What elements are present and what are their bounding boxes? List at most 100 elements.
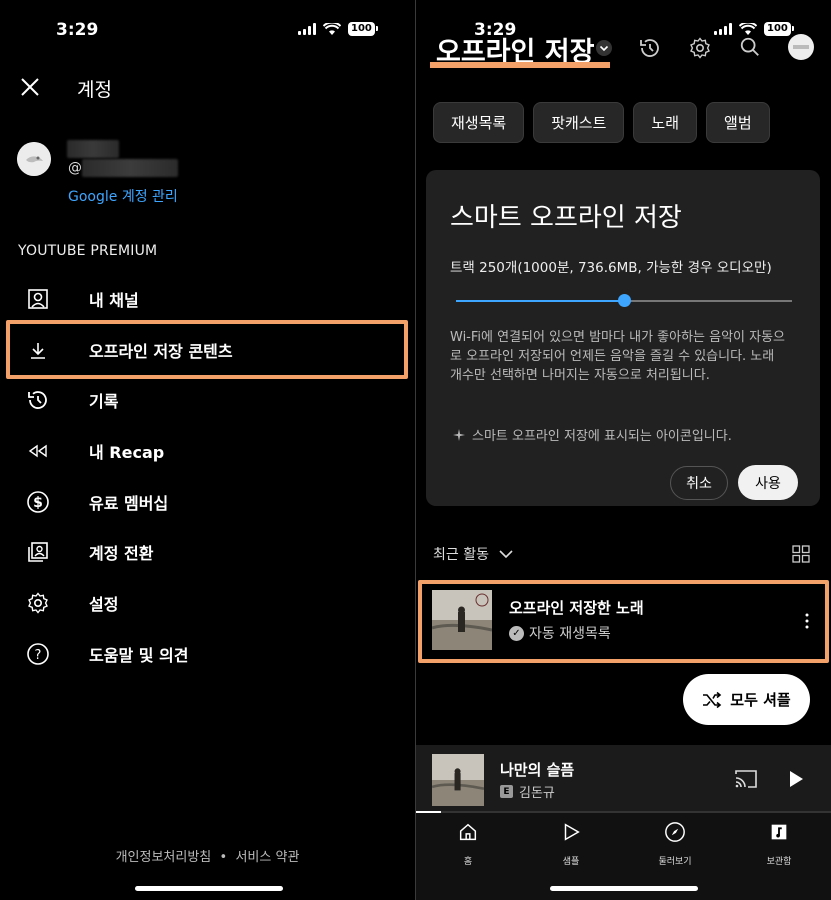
svg-text:$: $ [33, 495, 43, 511]
chip-songs[interactable]: 노래 [633, 102, 698, 143]
menu-label: 도움말 및 의견 [89, 646, 189, 665]
svg-text:?: ? [35, 648, 42, 663]
track-count-slider[interactable] [456, 294, 792, 307]
redacted-name [67, 140, 119, 158]
tab-label: 둘러보기 [658, 857, 692, 867]
tab-label: 샘플 [562, 857, 580, 867]
menu-item-history[interactable]: 기록 [0, 379, 415, 421]
now-playing-title: 나만의 슬픔 [500, 761, 575, 779]
close-icon[interactable] [18, 75, 42, 99]
menu-label: 오프라인 저장 콘텐츠 [89, 342, 233, 361]
menu-item-help[interactable]: ? 도움말 및 의견 [0, 633, 415, 675]
now-playing-artist: 김돈규 [519, 786, 555, 801]
person-box-icon [28, 289, 48, 309]
list-item-subtitle: ✓ 자동 재생목록 [509, 623, 611, 643]
menu-item-switch-account[interactable]: 계정 전환 [0, 531, 415, 573]
card-note: 스마트 오프라인 저장에 표시되는 아이콘입니다. [452, 425, 732, 444]
library-icon [771, 824, 787, 840]
shuffle-label: 모두 셔플 [730, 691, 791, 709]
card-note-text: 스마트 오프라인 저장에 표시되는 아이콘입니다. [472, 429, 732, 444]
menu-label: 유료 멤버십 [89, 494, 169, 513]
tab-home[interactable]: 홈 [428, 821, 508, 868]
chevron-down-icon [499, 550, 513, 559]
status-icons: 100 [714, 22, 794, 36]
tab-label: 홈 [463, 857, 473, 867]
bottom-nav: 홈 샘플 둘러보기 보관함 [416, 813, 831, 900]
cast-icon[interactable] [734, 769, 758, 789]
use-button[interactable]: 사용 [738, 465, 798, 500]
tab-label: 보관함 [766, 857, 792, 867]
wifi-icon [323, 22, 341, 35]
chip-playlists[interactable]: 재생목록 [433, 102, 525, 143]
history-icon [28, 391, 47, 409]
more-vert-icon[interactable] [804, 612, 810, 630]
chip-podcasts[interactable]: 팟캐스트 [533, 102, 625, 143]
help-icon: ? [27, 643, 49, 665]
now-playing-thumbnail [432, 754, 484, 806]
recent-label: 최근 활동 [433, 547, 489, 563]
card-description: Wi-Fi에 연결되어 있으면 밤마다 내가 좋아하는 음악이 자동으로 오프라… [450, 330, 786, 383]
menu-label: 계정 전환 [89, 544, 154, 563]
avatar[interactable] [788, 34, 814, 60]
menu-item-settings[interactable]: 설정 [0, 582, 415, 624]
avatar[interactable] [17, 142, 51, 176]
signal-icon [298, 23, 316, 35]
status-bar: 3:29 100 [0, 0, 415, 60]
redacted-handle [82, 159, 178, 177]
battery-icon: 100 [764, 22, 794, 36]
menu-item-downloads[interactable]: 오프라인 저장 콘텐츠 [0, 329, 415, 371]
explicit-badge: E [500, 785, 513, 798]
sparkle-icon [453, 428, 465, 441]
chip-albums[interactable]: 앨범 [706, 102, 770, 143]
menu-item-recap[interactable]: 내 Recap [0, 430, 415, 472]
filter-chips: 재생목록 팟캐스트 노래 앨범 [433, 102, 770, 143]
switch-account-icon [28, 542, 48, 562]
check-circle-icon: ✓ [509, 625, 524, 641]
status-icons: 100 [298, 22, 378, 36]
grid-view-icon[interactable] [792, 545, 810, 563]
rewind-icon [28, 444, 47, 458]
offline-panel: 오프라인 저장 3:29 100 재생목록 팟캐스트 노래 앨범 스마트 오프라… [416, 0, 831, 900]
menu-item-membership[interactable]: $ 유료 멤버십 [0, 481, 415, 523]
list-item-subtitle-text: 자동 재생목록 [529, 626, 611, 642]
samples-icon [564, 823, 580, 841]
home-indicator [135, 886, 283, 891]
slider-knob[interactable] [618, 294, 631, 307]
compass-icon [665, 822, 685, 842]
status-time: 3:29 [56, 20, 99, 40]
home-icon [459, 823, 477, 841]
mini-player[interactable]: 나만의 슬픔 E 김돈규 [416, 745, 831, 813]
title-highlight [430, 62, 610, 68]
section-heading: YOUTUBE PREMIUM [18, 243, 158, 259]
tab-samples[interactable]: 샘플 [531, 821, 611, 868]
menu-label: 내 Recap [89, 443, 165, 462]
footer-separator: • [219, 850, 228, 865]
menu-item-my-channel[interactable]: 내 채널 [0, 278, 415, 320]
menu-label: 기록 [89, 392, 119, 411]
home-indicator [550, 886, 698, 891]
slider-fill [456, 300, 624, 302]
status-bar: 3:29 100 [416, 0, 831, 60]
footer-links: 개인정보처리방침 • 서비스 약관 [0, 846, 415, 865]
wifi-icon [739, 22, 757, 35]
page-title: 계정 [77, 79, 112, 101]
tab-library[interactable]: 보관함 [739, 821, 819, 868]
smart-download-card: 스마트 오프라인 저장 트랙 250개(1000분, 736.6MB, 가능한 … [426, 170, 820, 506]
recent-activity-dropdown[interactable]: 최근 활동 [433, 544, 513, 564]
history-icon[interactable] [638, 36, 662, 60]
play-icon[interactable] [788, 770, 804, 788]
gear-icon [28, 592, 48, 614]
menu-label: 설정 [89, 595, 119, 614]
privacy-link[interactable]: 개인정보처리방침 [116, 850, 212, 865]
search-icon[interactable] [739, 36, 761, 58]
shuffle-all-button[interactable]: 모두 셔플 [683, 674, 810, 725]
battery-icon: 100 [348, 22, 378, 36]
tab-explore[interactable]: 둘러보기 [635, 821, 715, 868]
terms-link[interactable]: 서비스 약관 [235, 850, 299, 865]
menu-label: 내 채널 [89, 291, 139, 310]
now-playing-subtitle: E 김돈규 [500, 782, 555, 801]
shuffle-icon [703, 691, 722, 708]
manage-account-link[interactable]: Google 계정 관리 [68, 186, 178, 206]
gear-icon[interactable] [688, 36, 712, 60]
cancel-button[interactable]: 취소 [670, 466, 728, 500]
